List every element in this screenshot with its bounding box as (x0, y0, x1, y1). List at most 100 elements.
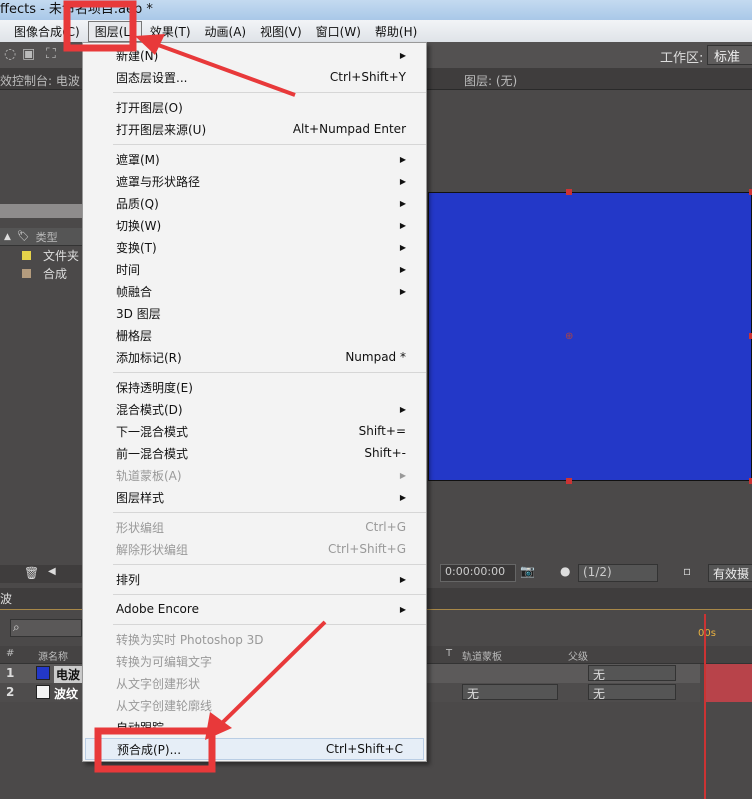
parent-select[interactable]: 无 (588, 665, 676, 682)
menu-item[interactable]: 下一混合模式 Shift+= (83, 420, 426, 442)
menu-item[interactable]: 打开图层来源(U) Alt+Numpad Enter (83, 118, 426, 140)
menu-view[interactable]: 视图(V) (254, 22, 308, 41)
scroll-left-icon[interactable]: ◀ (48, 566, 56, 577)
menu-window[interactable]: 窗口(W) (310, 22, 367, 41)
anchor-point-icon[interactable]: ⊕ (565, 331, 573, 342)
menu-composition[interactable]: 图像合成(C) (8, 22, 86, 41)
menu-item[interactable]: 打开图层(O) (83, 96, 426, 118)
menu-item-shortcut: Numpad * (345, 350, 406, 364)
menu-separator (83, 590, 426, 598)
menu-item-label: 栅格层 (116, 328, 153, 343)
project-item-name: 文件夹 (43, 248, 80, 263)
orbit-tool-icon[interactable]: ⛶ (46, 46, 56, 62)
timeline-tab[interactable]: 波 (0, 590, 12, 607)
menu-help[interactable]: 帮助(H) (369, 22, 423, 41)
composition-canvas[interactable]: ⊕ (428, 189, 752, 484)
trash-icon[interactable]: 🗑 (24, 566, 39, 580)
menu-item-label: 切换(W) (116, 218, 162, 233)
channel-icon[interactable]: ● (560, 564, 570, 578)
menu-item[interactable]: 品质(Q) ▶ (83, 192, 426, 214)
menu-item[interactable]: 变换(T) ▶ (83, 236, 426, 258)
menu-item[interactable]: 前一混合模式 Shift+- (83, 442, 426, 464)
menu-item[interactable]: 保持透明度(E) (83, 376, 426, 398)
menu-item: 转换为实时 Photoshop 3D (83, 628, 426, 650)
menu-item-label: 混合模式(D) (116, 402, 183, 417)
menu-item[interactable]: 添加标记(R) Numpad * (83, 346, 426, 368)
menu-item[interactable]: 排列 ▶ (83, 568, 426, 590)
camera-tool-icon[interactable]: ▣ (22, 46, 35, 62)
playhead[interactable] (704, 614, 706, 799)
parent-select[interactable]: 无 (588, 684, 676, 701)
layer-num: 2 (6, 685, 15, 699)
sort-up-icon[interactable]: ▲ (4, 232, 11, 242)
region-icon[interactable]: ▫ (683, 564, 691, 578)
col-num: # (6, 648, 15, 659)
menu-item-label: 变换(T) (116, 240, 157, 255)
menu-layer[interactable]: 图层(L) (87, 20, 142, 42)
column-type[interactable]: 类型 (36, 229, 58, 245)
project-preview-bar (0, 204, 82, 218)
menu-item[interactable]: 栅格层 (83, 324, 426, 346)
submenu-arrow-icon: ▶ (399, 264, 406, 274)
menu-item[interactable]: 帧融合 ▶ (83, 280, 426, 302)
layer-panel-tab[interactable]: 图层: (无) (464, 72, 517, 89)
menu-item-label: Adobe Encore (116, 602, 199, 616)
menu-item-label: 排列 (116, 572, 141, 587)
layer-name[interactable]: 电波 (54, 666, 83, 683)
layer-color (36, 685, 50, 699)
menu-item[interactable]: 遮罩与形状路径 ▶ (83, 170, 426, 192)
project-item[interactable]: 文件夹 (0, 246, 82, 264)
menu-separator (83, 560, 426, 568)
project-item[interactable]: 合成 (0, 264, 82, 282)
submenu-arrow-icon: ▶ (399, 220, 406, 230)
layer-name[interactable]: 波纹 (54, 685, 78, 702)
menu-animation[interactable]: 动画(A) (199, 22, 253, 41)
camera-select[interactable]: 有效摄 (708, 564, 752, 582)
submenu-arrow-icon: ▶ (399, 604, 406, 614)
col-source[interactable]: 源名称 (38, 648, 68, 663)
menu-item[interactable]: 图层样式 ▶ (83, 486, 426, 508)
layer-num: 1 (6, 666, 15, 680)
menu-item[interactable]: 新建(N) ▶ (83, 44, 426, 66)
col-trackmatte: 轨道蒙板 (462, 652, 502, 663)
submenu-arrow-icon: ▶ (399, 154, 406, 164)
menu-item-label: 解除形状编组 (116, 542, 189, 557)
menu-item-label: 品质(Q) (116, 196, 159, 211)
menu-item-shortcut: Ctrl+Shift+C (325, 742, 403, 756)
menu-item-label: 添加标记(R) (116, 350, 182, 365)
menu-item-label: 转换为可编辑文字 (116, 654, 213, 669)
menu-item[interactable]: 自动跟踪 (83, 716, 426, 738)
menu-item-label: 时间 (116, 262, 141, 277)
menu-item: 轨道蒙板(A) ▶ (83, 464, 426, 486)
menu-item-label: 下一混合模式 (116, 424, 189, 439)
search-icon: ⌕ (13, 620, 20, 634)
menu-item-label: 打开图层来源(U) (116, 122, 207, 137)
menu-item[interactable]: 时间 ▶ (83, 258, 426, 280)
effects-panel-tab[interactable]: 效控制台: 电波 (0, 72, 80, 89)
rotate-tool-icon[interactable]: ◌ (4, 46, 16, 62)
resolution-select[interactable]: (1/2) (578, 564, 658, 582)
trackmatte-select[interactable]: 无 (462, 684, 558, 701)
workspace-select[interactable]: 标准 (707, 45, 752, 65)
search-input[interactable]: ⌕ (10, 619, 82, 637)
menu-item[interactable]: 固态层设置... Ctrl+Shift+Y (83, 66, 426, 88)
menu-item-label: 从文字创建轮廓线 (116, 698, 213, 713)
submenu-arrow-icon: ▶ (399, 50, 406, 60)
menu-item[interactable]: 预合成(P)... Ctrl+Shift+C (85, 738, 424, 760)
layer-duration-bars[interactable] (704, 664, 752, 702)
menu-item[interactable]: 切换(W) ▶ (83, 214, 426, 236)
menu-item[interactable]: 遮罩(M) ▶ (83, 148, 426, 170)
menu-separator (83, 368, 426, 376)
menu-item-label: 遮罩(M) (116, 152, 160, 167)
timecode-display[interactable]: 0:00:00:00 (440, 564, 516, 582)
menu-item-label: 打开图层(O) (116, 100, 183, 115)
snapshot-icon[interactable]: 📷 (520, 564, 535, 578)
menu-item[interactable]: 3D 图层 (83, 302, 426, 324)
menu-item: 转换为可编辑文字 (83, 650, 426, 672)
menu-effect[interactable]: 效果(T) (144, 22, 197, 41)
submenu-arrow-icon: ▶ (399, 286, 406, 296)
menu-item-shortcut: Ctrl+Shift+G (327, 542, 406, 556)
menu-item-label: 形状编组 (116, 520, 165, 535)
menu-item[interactable]: Adobe Encore ▶ (83, 598, 426, 620)
menu-item[interactable]: 混合模式(D) ▶ (83, 398, 426, 420)
